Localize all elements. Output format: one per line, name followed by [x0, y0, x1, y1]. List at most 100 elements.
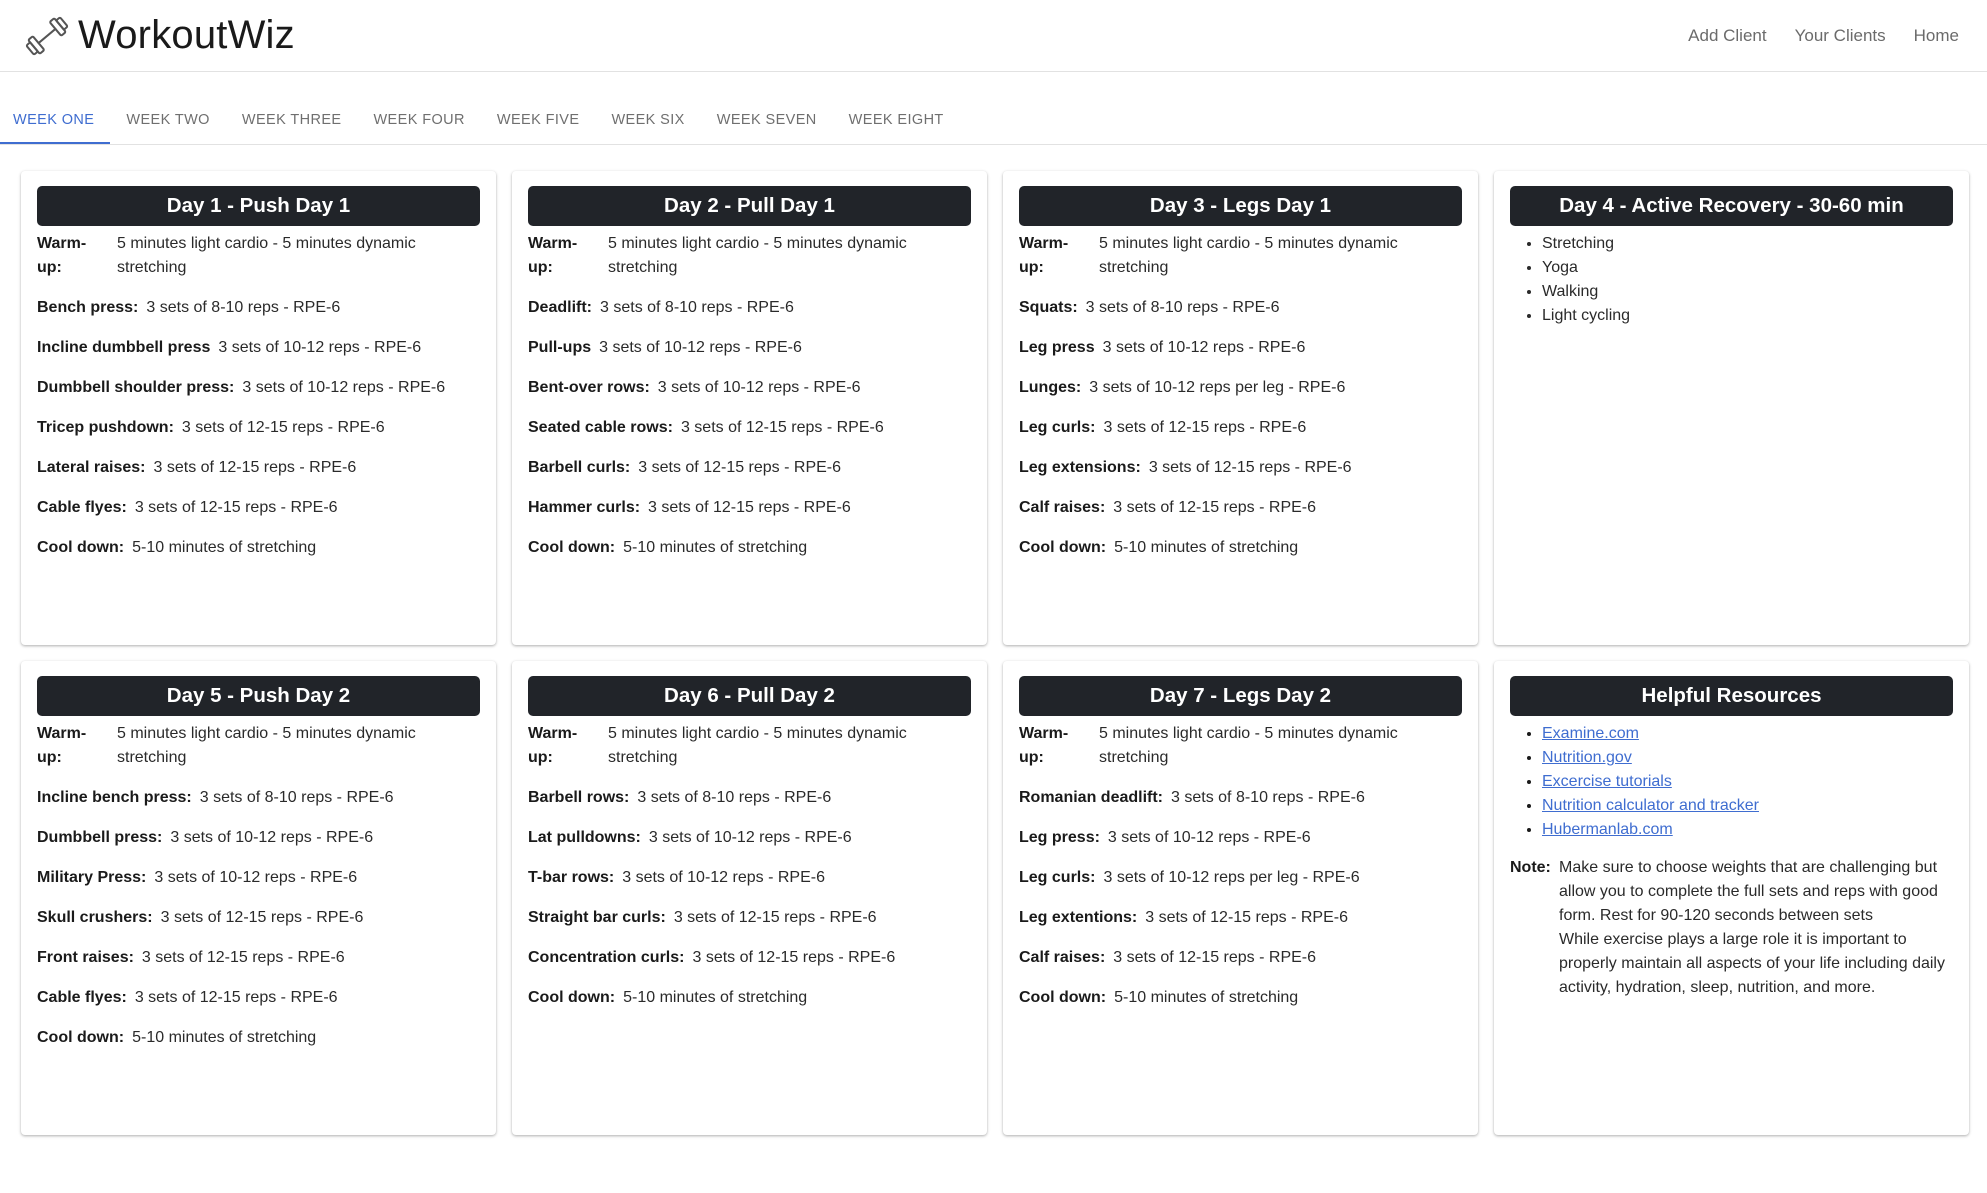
tab-week-five[interactable]: WEEK FIVE	[481, 112, 596, 144]
list-item: Stretching	[1542, 232, 1953, 256]
exercise-value: 5 minutes light cardio - 5 minutes dynam…	[1099, 235, 1398, 276]
brand[interactable]: WorkoutWiz	[0, 13, 295, 58]
exercise-label: Calf raises:	[1019, 499, 1106, 516]
nav-add-client[interactable]: Add Client	[1688, 26, 1766, 46]
exercise-row: Skull crushers: 3 sets of 12-15 reps - RP…	[37, 906, 480, 930]
exercise-label: Calf raises:	[1019, 949, 1106, 966]
card-title: Helpful Resources	[1510, 676, 1953, 716]
exercise-value: 5-10 minutes of stretching	[623, 989, 808, 1006]
exercise-row: Incline bench press: 3 sets of 8-10 reps …	[37, 786, 480, 810]
workout-grid: Day 1 - Push Day 1 Warm-up: 5 minutes lig…	[21, 171, 1970, 1135]
exercise-row: Warm-up: 5 minutes light cardio - 5 minut…	[1019, 722, 1462, 770]
exercise-label: Skull crushers:	[37, 909, 153, 926]
exercise-label: Cable flyes:	[37, 989, 127, 1006]
exercise-value: 5 minutes light cardio - 5 minutes dynam…	[117, 235, 416, 276]
activity-list: Stretching Yoga Walking Light cycling	[1510, 232, 1953, 328]
exercise-value: 3 sets of 12-15 reps - RPE-6	[141, 949, 345, 966]
week-tabs: WEEK ONE WEEK TWO WEEK THREE WEEK FOUR W…	[0, 72, 1987, 145]
exercise-row: Front raises: 3 sets of 12-15 reps - RPE-…	[37, 946, 480, 970]
exercise-row: Military Press: 3 sets of 10-12 reps - RP…	[37, 866, 480, 890]
exercise-label: Romanian deadlift:	[1019, 789, 1164, 806]
exercise-label: T-bar rows:	[528, 869, 615, 886]
tab-week-four[interactable]: WEEK FOUR	[357, 112, 480, 144]
tab-week-three[interactable]: WEEK THREE	[226, 112, 358, 144]
exercise-value: 3 sets of 12-15 reps - RPE-6	[1145, 909, 1348, 926]
exercise-label: Incline bench press:	[37, 789, 192, 806]
note-text: While exercise plays a large role it is …	[1559, 931, 1945, 996]
resource-links: Examine.com Nutrition.gov Excercise tuto…	[1510, 722, 1953, 842]
exercise-label: Military Press:	[37, 869, 147, 886]
day-card: Day 7 - Legs Day 2 Warm-up: 5 minutes lig…	[1003, 661, 1478, 1135]
exercise-label: Warm-up:	[1019, 235, 1069, 276]
exercise-row: Warm-up: 5 minutes light cardio - 5 minut…	[528, 232, 971, 280]
tab-week-six[interactable]: WEEK SIX	[595, 112, 700, 144]
exercise-label: Cool down:	[528, 989, 616, 1006]
exercise-label: Leg press:	[1019, 829, 1100, 846]
link-nutrition-calculator[interactable]: Nutrition calculator and tracker	[1542, 797, 1759, 814]
exercise-value: 5-10 minutes of stretching	[1114, 989, 1299, 1006]
exercise-row: Leg curls: 3 sets of 12-15 reps - RPE-6	[1019, 416, 1462, 440]
exercise-row: Cool down: 5-10 minutes of stretching	[1019, 536, 1462, 560]
list-item: Yoga	[1542, 256, 1953, 280]
exercise-value: 3 sets of 12-15 reps - RPE-6	[153, 459, 357, 476]
exercise-row: Bench press: 3 sets of 8-10 reps - RPE-6	[37, 296, 480, 320]
dumbbell-icon	[25, 16, 69, 55]
tab-week-two[interactable]: WEEK TWO	[110, 112, 226, 144]
exercise-value: 5 minutes light cardio - 5 minutes dynam…	[117, 725, 416, 766]
list-item: Light cycling	[1542, 304, 1953, 328]
list-item: Examine.com	[1542, 722, 1953, 746]
exercise-value: 3 sets of 12-15 reps - RPE-6	[638, 459, 842, 476]
exercise-value: 3 sets of 10-12 reps - RPE-6	[242, 379, 446, 396]
exercise-value: 3 sets of 10-12 reps - RPE-6	[657, 379, 861, 396]
exercise-row: Lateral raises: 3 sets of 12-15 reps - RP…	[37, 456, 480, 480]
link-examine[interactable]: Examine.com	[1542, 725, 1639, 742]
exercise-value: 3 sets of 8-10 reps - RPE-6	[199, 789, 394, 806]
exercise-row: Leg press 3 sets of 10-12 reps - RPE-6	[1019, 336, 1462, 360]
note: Note: Make sure to choose weights that a…	[1510, 856, 1953, 1000]
exercise-row: Incline dumbbell press 3 sets of 10-12 re…	[37, 336, 480, 360]
link-nutrition-gov[interactable]: Nutrition.gov	[1542, 749, 1632, 766]
exercise-label: Leg press	[1019, 339, 1095, 356]
exercise-row: Hammer curls: 3 sets of 12-15 reps - RPE-…	[528, 496, 971, 520]
exercise-row: Barbell curls: 3 sets of 12-15 reps - RPE…	[528, 456, 971, 480]
exercise-row: Warm-up: 5 minutes light cardio - 5 minut…	[1019, 232, 1462, 280]
exercise-row: Straight bar curls: 3 sets of 12-15 reps …	[528, 906, 971, 930]
app-name: WorkoutWiz	[78, 13, 295, 57]
exercise-row: Concentration curls: 3 sets of 12-15 reps…	[528, 946, 971, 970]
exercise-value: 5-10 minutes of stretching	[132, 539, 317, 556]
exercise-row: T-bar rows: 3 sets of 10-12 reps - RPE-6	[528, 866, 971, 890]
tab-week-eight[interactable]: WEEK EIGHT	[833, 112, 960, 144]
day-card: Day 6 - Pull Day 2 Warm-up: 5 minutes lig…	[512, 661, 987, 1135]
resources-card: Helpful Resources Examine.com Nutrition.…	[1494, 661, 1969, 1135]
exercise-label: Concentration curls:	[528, 949, 685, 966]
exercise-value: 3 sets of 10-12 reps - RPE-6	[218, 339, 422, 356]
exercise-label: Seated cable rows:	[528, 419, 673, 436]
nav-home[interactable]: Home	[1914, 26, 1959, 46]
exercise-row: Romanian deadlift: 3 sets of 8-10 reps - …	[1019, 786, 1462, 810]
exercise-value: 5-10 minutes of stretching	[132, 1029, 317, 1046]
exercise-label: Cool down:	[528, 539, 616, 556]
exercise-row: Cable flyes: 3 sets of 12-15 reps - RPE-6	[37, 986, 480, 1010]
exercise-row: Pull-ups 3 sets of 10-12 reps - RPE-6	[528, 336, 971, 360]
tab-week-one[interactable]: WEEK ONE	[0, 112, 111, 144]
card-title: Day 2 - Pull Day 1	[528, 186, 971, 226]
list-item: Nutrition.gov	[1542, 746, 1953, 770]
link-exercise-tutorials[interactable]: Excercise tutorials	[1542, 773, 1672, 790]
card-title: Day 5 - Push Day 2	[37, 676, 480, 716]
exercise-label: Cool down:	[1019, 989, 1107, 1006]
exercise-value: 5-10 minutes of stretching	[1114, 539, 1299, 556]
exercise-row: Cable flyes: 3 sets of 12-15 reps - RPE-6	[37, 496, 480, 520]
exercise-row: Seated cable rows: 3 sets of 12-15 reps -…	[528, 416, 971, 440]
exercise-value: 3 sets of 12-15 reps - RPE-6	[134, 989, 338, 1006]
top-nav: Add Client Your Clients Home	[1660, 26, 1987, 46]
exercise-label: Leg curls:	[1019, 419, 1096, 436]
list-item: Hubermanlab.com	[1542, 818, 1953, 842]
exercise-label: Warm-up:	[1019, 725, 1069, 766]
exercise-row: Tricep pushdown: 3 sets of 12-15 reps - R…	[37, 416, 480, 440]
tab-week-seven[interactable]: WEEK SEVEN	[701, 112, 833, 144]
link-hubermanlab[interactable]: Hubermanlab.com	[1542, 821, 1673, 838]
nav-your-clients[interactable]: Your Clients	[1795, 26, 1886, 46]
exercise-value: 3 sets of 8-10 reps - RPE-6	[637, 789, 832, 806]
exercise-value: 3 sets of 12-15 reps - RPE-6	[1103, 419, 1307, 436]
exercise-label: Cool down:	[1019, 539, 1107, 556]
